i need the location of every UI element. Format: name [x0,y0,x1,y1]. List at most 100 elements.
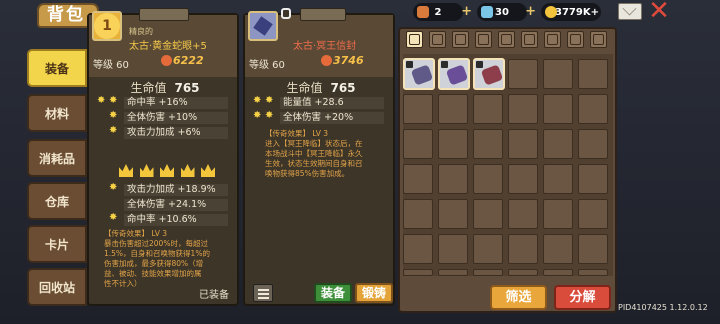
mail-icon[interactable] [618,3,642,20]
list-icon [258,293,269,295]
empty-slot[interactable] [578,199,608,229]
item-level: 等级 60 [93,60,129,71]
filter-button[interactable]: 筛选 [490,285,547,310]
empty-slot[interactable] [473,164,503,194]
empty-slot[interactable] [438,129,468,159]
close-icon[interactable]: ✕ [648,0,670,24]
item-portrait: 1 [92,11,122,41]
empty-slot[interactable] [543,94,573,124]
hp-line: 生命值 765 [251,79,391,96]
empty-slot[interactable] [438,94,468,124]
empty-slot[interactable] [403,94,433,124]
coin-counter[interactable]: 3779K+ [541,3,601,21]
envelope-icon [253,16,273,36]
tab-materials[interactable]: 材料 [27,94,87,132]
equipped-status: 已装备 [199,290,229,301]
bow-icon[interactable] [452,31,469,48]
grid-icon[interactable] [406,31,423,48]
empty-slot[interactable] [473,94,503,124]
empty-slot[interactable] [508,269,538,276]
empty-slot[interactable] [508,234,538,264]
sword-icon[interactable] [429,31,446,48]
potion-counter[interactable]: 2 + [413,3,472,21]
empty-slot[interactable] [473,199,503,229]
empty-slot[interactable] [543,234,573,264]
empty-slot[interactable] [438,164,468,194]
empty-slot[interactable] [543,164,573,194]
gear-icon[interactable] [590,31,607,48]
empty-slot[interactable] [473,234,503,264]
empty-slot[interactable] [543,59,573,89]
empty-slot[interactable] [543,129,573,159]
list-icon-button[interactable] [253,284,273,302]
add-potion-icon[interactable]: + [461,4,472,19]
gem-icon [481,6,493,18]
empty-slot[interactable] [578,269,608,276]
inventory-item-mask[interactable] [473,58,505,90]
crown-icon [119,164,133,177]
empty-slot[interactable] [403,269,433,276]
crown-icon [180,164,195,177]
hp-value: 765 [330,81,356,95]
equip-button[interactable]: 装备 [314,283,352,303]
star-icon: ✸ [109,182,118,193]
list-icon [258,289,269,291]
stat-text: 攻击力加成 +18.9% [124,184,228,196]
empty-slot[interactable] [403,199,433,229]
necklace-icon[interactable] [567,31,584,48]
power-icon [321,55,332,66]
boot-icon[interactable] [521,31,538,48]
effect-title: 【传奇效果】 LV 3 [104,229,168,238]
empty-slot[interactable] [508,94,538,124]
shield-icon[interactable] [475,31,492,48]
empty-slot[interactable] [578,59,608,89]
empty-slot[interactable] [438,234,468,264]
gem-counter[interactable]: 30 + [477,3,536,21]
star-icon: ✸ [109,125,118,136]
empty-slot[interactable] [578,234,608,264]
empty-slot[interactable] [508,59,538,89]
empty-slot[interactable] [578,94,608,124]
armor-icon[interactable] [498,31,515,48]
empty-slot[interactable] [543,199,573,229]
empty-slot[interactable] [438,199,468,229]
add-gem-icon[interactable]: + [525,4,536,19]
tab-warehouse[interactable]: 仓库 [27,182,87,220]
item-name: 太古·黄金蛇眼+5 [129,41,207,52]
empty-slot[interactable] [508,129,538,159]
tab-recycle-bin[interactable]: 回收站 [27,268,87,306]
tab-equipment[interactable]: 装备 [27,49,87,87]
empty-slot[interactable] [508,199,538,229]
empty-slot[interactable] [473,129,503,159]
effect-line: 生效，状态生效期间自身和召 [265,159,363,168]
lock-icon [441,61,448,68]
pid-version-text: PID4107425 1.12.0.12 [618,303,708,312]
tab-cards[interactable]: 卡片 [27,225,87,263]
lock-icon[interactable] [281,8,291,19]
potion-icon [417,6,429,18]
power-value: 3746 [333,54,364,67]
inventory-item-envelope[interactable] [403,58,435,90]
empty-slot[interactable] [403,129,433,159]
effect-line: 伤害加成，最多获得80%（增 [104,259,204,268]
crown-icon [139,164,154,177]
forge-button[interactable]: 锻铸 [355,283,393,303]
potion-value: 2 [434,6,442,18]
empty-slot[interactable] [508,164,538,194]
empty-slot[interactable] [578,129,608,159]
stat-row: ✸ 全体伤害 +10% [93,110,235,125]
empty-slot[interactable] [403,164,433,194]
ring-icon[interactable] [544,31,561,48]
empty-slot[interactable] [438,269,468,276]
stat-text: 命中率 +10.6% [124,214,228,226]
stat-text: 攻击力加成 +6% [124,127,228,139]
inventory-item-helmet[interactable] [438,58,470,90]
item-portrait [248,11,278,41]
quality-banner [300,8,346,21]
tab-consumables[interactable]: 消耗品 [27,139,87,177]
empty-slot[interactable] [403,234,433,264]
decompose-button[interactable]: 分解 [554,285,611,310]
empty-slot[interactable] [578,164,608,194]
empty-slot[interactable] [473,269,503,276]
empty-slot[interactable] [543,269,573,276]
